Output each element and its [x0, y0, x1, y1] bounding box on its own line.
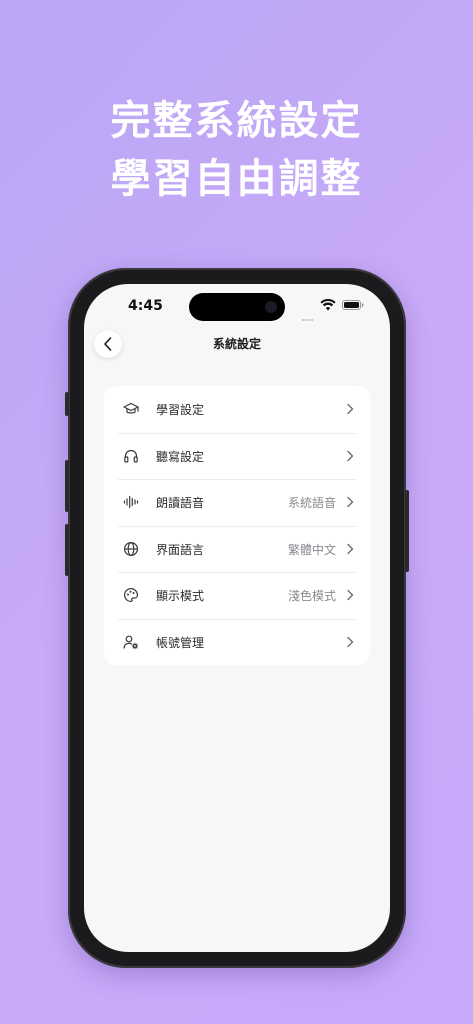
side-button-silent: [65, 392, 69, 416]
settings-item-account[interactable]: 帳號管理: [104, 618, 370, 666]
settings-item-label: 顯示模式: [156, 589, 205, 603]
settings-item-learning[interactable]: 學習設定: [104, 386, 370, 433]
settings-item-label: 聽寫設定: [156, 449, 205, 464]
phone-frame: 4:45 系統設定 學習設定 聽寫設定 朗讀語音 系統語音 界面語言 繁體中文 …: [65, 268, 409, 968]
side-button-volume-down: [65, 524, 69, 576]
side-button-volume-up: [65, 460, 69, 512]
dynamic-island: [189, 293, 285, 321]
page-title: 系統設定: [212, 337, 261, 351]
chevron-right-icon: [347, 589, 354, 601]
chevron-right-icon: [347, 636, 354, 647]
headline-line-2: 學習自由調整: [110, 156, 363, 202]
cellular-signal-icon: [302, 306, 316, 321]
chevron-right-icon: [347, 543, 354, 554]
camera-icon: [265, 301, 277, 313]
settings-item-label: 學習設定: [156, 403, 205, 417]
globe-icon: [123, 541, 139, 556]
chevron-right-icon: [347, 403, 354, 415]
settings-card: 學習設定 聽寫設定 朗讀語音 系統語音 界面語言 繁體中文 顯示模式 淺色模式 …: [104, 386, 370, 665]
wifi-icon: [320, 299, 336, 311]
graduation-cap-icon: [123, 402, 139, 414]
settings-item-dictation[interactable]: 聽寫設定: [104, 432, 370, 480]
chevron-right-icon: [347, 450, 354, 461]
settings-item-label: 朗讀語音: [156, 496, 205, 510]
chevron-right-icon: [347, 496, 354, 508]
sound-wave-icon: [123, 495, 139, 509]
settings-item-label: 界面語言: [156, 542, 205, 557]
user-gear-icon: [123, 635, 139, 649]
headline: 完整系統設定 學習自由調整: [0, 92, 473, 208]
phone-screen: 4:45 系統設定 學習設定 聽寫設定 朗讀語音 系統語音 界面語言 繁體中文 …: [84, 284, 390, 952]
status-time: 4:45: [128, 298, 163, 314]
settings-item-label: 帳號管理: [156, 635, 205, 650]
side-button-power: [405, 490, 409, 572]
settings-item-language[interactable]: 界面語言 繁體中文: [104, 525, 370, 573]
palette-icon: [124, 587, 139, 603]
status-bar: 4:45: [84, 284, 390, 328]
settings-item-value: 淺色模式: [287, 589, 336, 603]
settings-item-value: 繁體中文: [287, 542, 336, 557]
settings-item-value: 系統語音: [287, 496, 336, 510]
settings-item-display-mode[interactable]: 顯示模式 淺色模式: [104, 572, 370, 619]
headphones-icon: [124, 449, 138, 463]
navigation-bar: 系統設定: [84, 330, 390, 370]
settings-item-voice[interactable]: 朗讀語音 系統語音: [104, 479, 370, 526]
battery-icon: [342, 300, 364, 310]
headline-line-1: 完整系統設定: [110, 98, 363, 144]
